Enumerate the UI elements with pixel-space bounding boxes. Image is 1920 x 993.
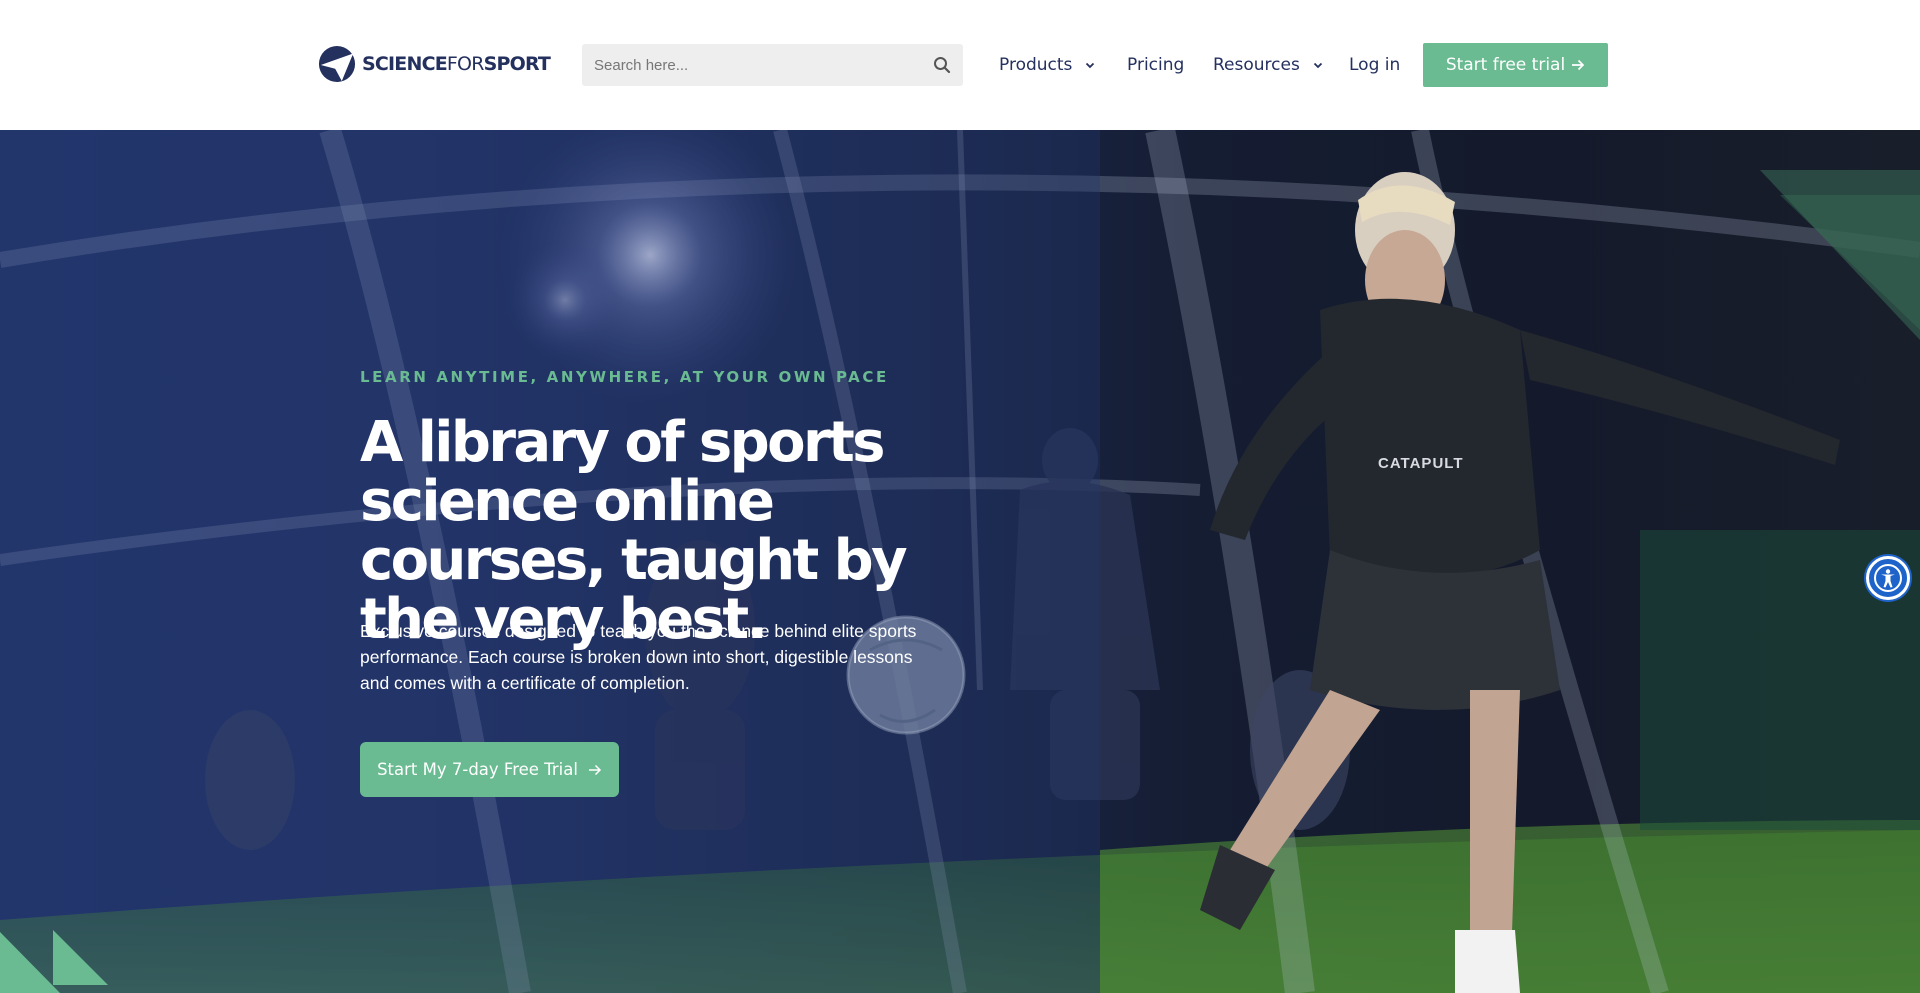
- logo-icon: [318, 45, 356, 83]
- nav-resources-label: Resources: [1213, 55, 1300, 75]
- search-box: [582, 44, 963, 86]
- start-7-day-trial-button[interactable]: Start My 7-day Free Trial: [360, 742, 619, 797]
- nav-pricing[interactable]: Pricing: [1127, 44, 1184, 86]
- search-input[interactable]: [582, 44, 921, 86]
- start-7-day-trial-label: Start My 7-day Free Trial: [377, 760, 578, 779]
- accessibility-button[interactable]: [1866, 556, 1910, 600]
- nav-pricing-label: Pricing: [1127, 55, 1185, 75]
- hero-headline: A library of sports science online cours…: [360, 410, 908, 652]
- nav-products-label: Products: [999, 55, 1073, 75]
- arrow-right-icon: [1572, 59, 1585, 71]
- search-icon[interactable]: [921, 44, 963, 86]
- catapult-vest-text: CATAPULT: [1378, 455, 1463, 472]
- logo[interactable]: SCIENCEFORSPORT: [318, 45, 551, 83]
- logo-wordmark: SCIENCEFORSPORT: [362, 53, 551, 75]
- site-header: SCIENCEFORSPORT Products Pricing Resourc…: [0, 0, 1920, 130]
- hero-eyebrow: LEARN ANYTIME, ANYWHERE, AT YOUR OWN PAC…: [360, 368, 889, 386]
- nav-login-label: Log in: [1349, 55, 1401, 75]
- nav-login[interactable]: Log in: [1349, 44, 1400, 86]
- nav-resources[interactable]: Resources: [1213, 44, 1324, 86]
- accessibility-icon: [1874, 564, 1902, 592]
- hero-subtext: Exclusive courses designed to teach you …: [360, 621, 917, 693]
- hero-section: CATAPULT LEARN ANYTIME, ANYWHERE, AT YOU…: [0, 130, 1920, 993]
- chevron-down-icon: [1086, 62, 1095, 69]
- chevron-down-icon: [1313, 62, 1322, 69]
- start-free-trial-button[interactable]: Start free trial: [1423, 43, 1608, 87]
- nav-products[interactable]: Products: [999, 44, 1096, 86]
- arrow-right-icon: [588, 764, 601, 775]
- start-free-trial-label: Start free trial: [1445, 55, 1566, 75]
